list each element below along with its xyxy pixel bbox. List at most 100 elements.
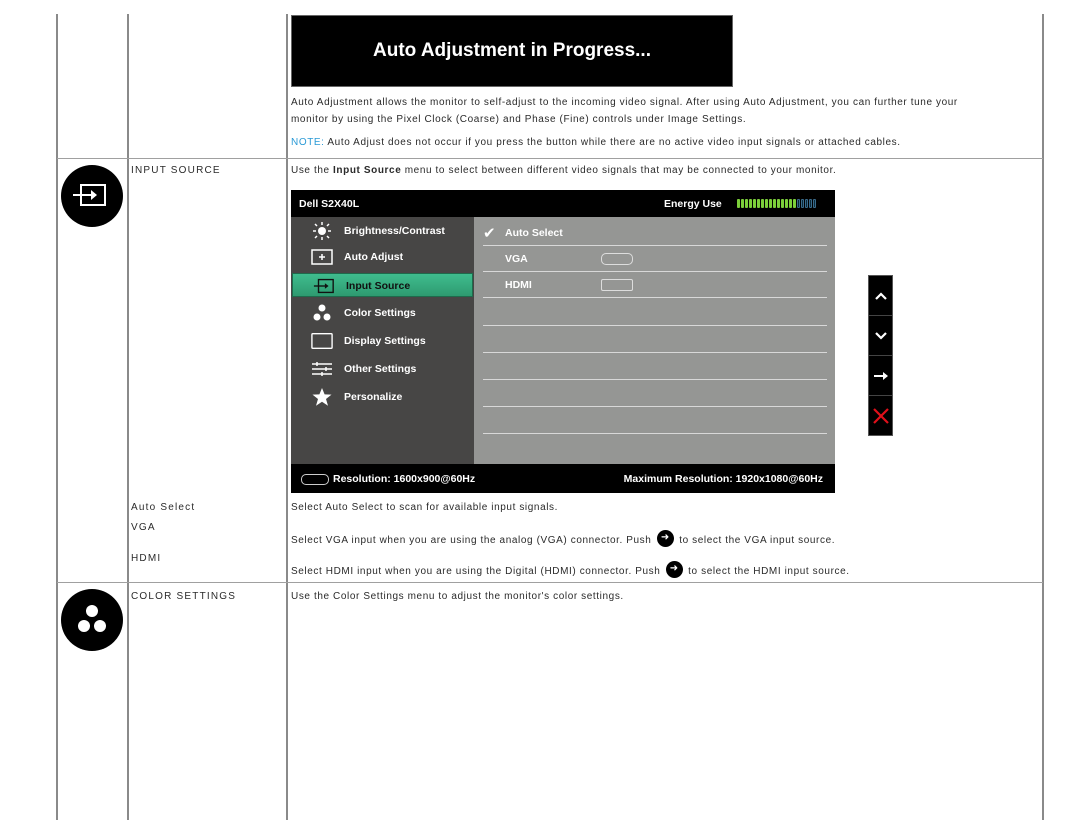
osd-menu-display-settings[interactable]: Display Settings <box>291 329 474 353</box>
osd-header: Dell S2X40L Energy Use <box>291 190 835 217</box>
energy-segment <box>801 199 804 208</box>
table-border-left <box>56 14 58 820</box>
energy-segment <box>805 199 808 208</box>
osd-menu-other-settings[interactable]: Other Settings <box>291 357 474 381</box>
osd-menu-personalize[interactable]: Personalize <box>291 385 474 409</box>
osd-menu-input-source[interactable]: Input Source <box>292 273 473 297</box>
osd-submenu-hdmi[interactable]: HDMI <box>483 272 827 298</box>
personalize-star-icon <box>311 388 333 406</box>
checkmark-icon: ✔ <box>483 225 496 242</box>
description-after: to select the VGA input source. <box>675 535 836 546</box>
energy-segment <box>741 199 744 208</box>
vga-connector-icon <box>601 253 633 265</box>
osd-model: Dell S2X40L <box>299 198 360 210</box>
menu-label: Personalize <box>344 391 403 403</box>
note-label: NOTE: <box>291 137 325 148</box>
vga-connector-icon <box>301 474 329 485</box>
osd-submenu-empty-row <box>483 381 827 407</box>
energy-segment <box>793 199 796 208</box>
energy-segment <box>797 199 800 208</box>
osd-submenu-empty-row <box>483 327 827 353</box>
energy-segment <box>809 199 812 208</box>
menu-label: Color Settings <box>344 307 416 319</box>
arrow-right-icon[interactable] <box>869 356 892 396</box>
energy-segment <box>757 199 760 208</box>
color-settings-icon <box>311 304 333 322</box>
energy-segment <box>789 199 792 208</box>
display-settings-icon <box>311 332 333 350</box>
menu-label: Display Settings <box>344 335 426 347</box>
brightness-icon <box>311 222 333 240</box>
table-border-right <box>1042 14 1044 820</box>
submenu-label: Auto Select <box>505 227 563 239</box>
maximum-resolution: Maximum Resolution: 1920x1080@60Hz <box>623 473 823 485</box>
description-after: to select the HDMI input source. <box>684 566 850 577</box>
energy-segment <box>777 199 780 208</box>
description-before: Select VGA input when you are using the … <box>291 535 655 546</box>
auto-adjust-description-1: Auto Adjustment allows the monitor to se… <box>291 97 958 108</box>
input-source-icon <box>313 277 335 295</box>
osd-submenu-empty-row <box>483 300 827 326</box>
row-divider-input-source <box>57 158 1043 159</box>
osd-menu-auto-adjust[interactable]: Auto Adjust <box>291 245 474 269</box>
submenu-label: HDMI <box>505 279 532 291</box>
note-text: Auto Adjust does not occur if you press … <box>324 137 901 148</box>
energy-segment <box>785 199 788 208</box>
menu-label: Other Settings <box>344 363 417 375</box>
auto-adjust-note: NOTE: Auto Adjust does not occur if you … <box>291 137 901 148</box>
auto-adjust-icon <box>311 248 333 266</box>
energy-segment <box>753 199 756 208</box>
energy-use-meter <box>737 199 816 208</box>
auto-adjust-banner: Auto Adjustment in Progress... <box>291 15 733 87</box>
energy-segment <box>781 199 784 208</box>
description-before: Select HDMI input when you are using the… <box>291 566 664 577</box>
osd-menu-brightness-contrast[interactable]: Brightness/Contrast <box>291 219 474 243</box>
close-icon[interactable] <box>869 396 892 436</box>
energy-segment <box>761 199 764 208</box>
osd-main-menu: Brightness/Contrast Auto Adjust Input So… <box>291 217 474 464</box>
intro-bold: Input Source <box>333 165 402 176</box>
chevron-up-icon[interactable] <box>869 276 892 316</box>
energy-use-label: Energy Use <box>664 198 722 210</box>
energy-segment <box>773 199 776 208</box>
osd-menu-color-settings[interactable]: Color Settings <box>291 301 474 325</box>
osd-submenu-vga[interactable]: VGA <box>483 246 827 272</box>
color-settings-description: Use the Color Settings menu to adjust th… <box>291 591 624 602</box>
arrow-right-icon: ➜ <box>665 561 683 578</box>
energy-segment <box>769 199 772 208</box>
banner-text: Auto Adjustment in Progress... <box>373 40 651 61</box>
osd-footer: Resolution: 1600x900@60Hz Maximum Resolu… <box>291 464 835 493</box>
energy-segment <box>749 199 752 208</box>
option-description-auto-select: Select Auto Select to scan for available… <box>291 502 559 513</box>
hdmi-connector-icon <box>601 279 633 291</box>
submenu-label: VGA <box>505 253 528 265</box>
intro-prefix: Use the <box>291 165 334 176</box>
input-source-intro: Use the Input Source menu to select betw… <box>291 165 836 176</box>
osd-submenu-auto-select[interactable]: ✔ Auto Select <box>483 220 827 246</box>
option-label-vga: VGA <box>131 522 156 533</box>
current-resolution: Resolution: 1600x900@60Hz <box>333 473 476 485</box>
menu-label: Input Source <box>346 280 411 292</box>
energy-segment <box>813 199 816 208</box>
input-source-icon <box>61 165 123 227</box>
osd-submenu-empty-row <box>483 354 827 380</box>
auto-adjust-description-2: monitor by using the Pixel Clock (Coarse… <box>291 114 747 125</box>
intro-suffix: menu to select between different video s… <box>401 165 837 176</box>
energy-segment <box>745 199 748 208</box>
option-label-hdmi: HDMI <box>131 553 162 564</box>
table-column-divider-2 <box>286 14 288 820</box>
chevron-down-icon[interactable] <box>869 316 892 356</box>
menu-label: Auto Adjust <box>344 251 404 263</box>
osd-navigation-buttons <box>868 275 893 436</box>
option-description-hdmi: Select HDMI input when you are using the… <box>291 561 850 578</box>
color-settings-icon <box>61 589 123 651</box>
energy-segment <box>765 199 768 208</box>
menu-label: Brightness/Contrast <box>344 225 445 237</box>
energy-segment <box>737 199 740 208</box>
osd-submenu-empty-row <box>483 408 827 434</box>
table-column-divider-1 <box>127 14 129 820</box>
option-label-auto-select: Auto Select <box>131 502 196 513</box>
arrow-right-icon: ➜ <box>656 530 674 547</box>
other-settings-icon <box>311 360 333 378</box>
osd-menu-screenshot: Dell S2X40L Energy Use Brightness/Contra… <box>291 190 835 493</box>
